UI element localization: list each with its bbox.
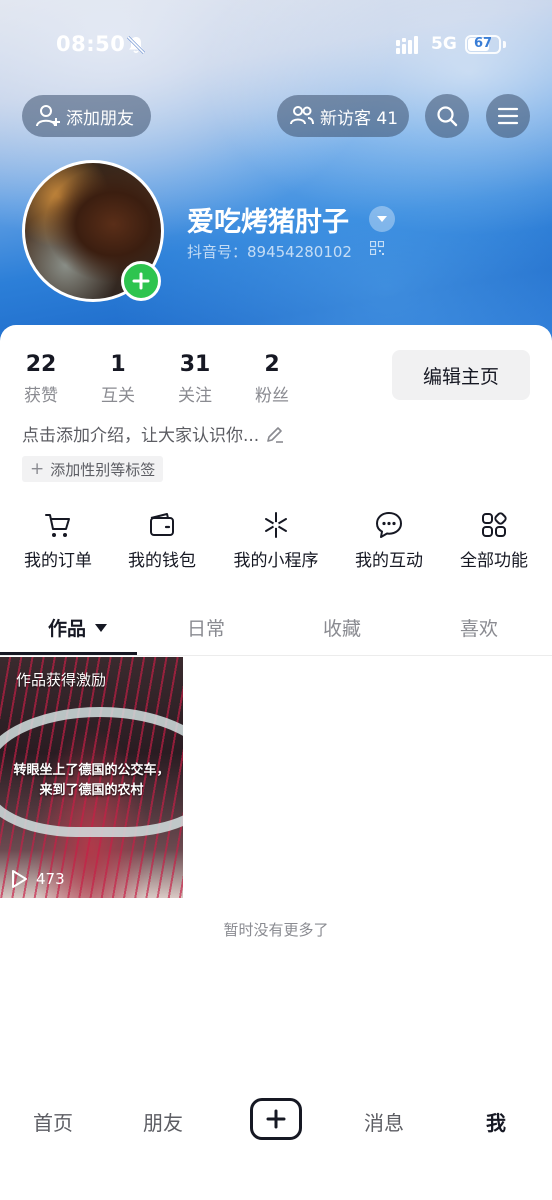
video-badge: 作品获得激励: [16, 671, 107, 689]
my-orders-button[interactable]: 我的订单: [8, 510, 108, 571]
hamburger-menu-icon: [497, 107, 519, 125]
tab-daily[interactable]: 日常: [187, 614, 225, 641]
status-bar: 08:50 5G 67: [0, 30, 552, 60]
wallet-icon: [150, 513, 174, 536]
search-button[interactable]: [425, 94, 469, 138]
play-count: 473: [36, 870, 65, 888]
battery-cap: [503, 41, 506, 48]
bell-mute-icon: [126, 35, 146, 55]
menu-button[interactable]: [486, 94, 530, 138]
add-friend-button[interactable]: 添加朋友: [22, 95, 151, 137]
add-tags-button[interactable]: + 添加性别等标签: [22, 456, 164, 482]
stat-label: 获赞: [24, 386, 58, 406]
add-person-icon: [36, 105, 60, 127]
nav-messages[interactable]: 消息: [364, 1107, 404, 1136]
stat-value: 22: [25, 352, 57, 377]
plus-icon: [132, 272, 150, 290]
signal-icon: [396, 36, 418, 54]
bottom-nav: 首页 朋友 消息 我: [0, 1095, 552, 1147]
edit-profile-button[interactable]: 编辑主页: [392, 350, 530, 400]
stat-value: 1: [110, 352, 126, 377]
func-label: 全部功能: [460, 551, 528, 571]
grid-icon: [482, 512, 507, 537]
func-label: 我的互动: [355, 551, 423, 571]
nickname: 爱吃烤猪肘子: [187, 207, 349, 238]
nav-home[interactable]: 首页: [33, 1107, 73, 1136]
cart-icon: [45, 514, 70, 537]
my-wallet-button[interactable]: 我的钱包: [112, 510, 212, 571]
tab-works[interactable]: 作品: [48, 614, 108, 641]
stat-mutual[interactable]: 1 互关: [99, 352, 137, 406]
douyin-id: 抖音号：89454280102: [187, 243, 352, 261]
no-more-text: 暂时没有更多了: [223, 921, 329, 939]
video-thumbnail[interactable]: 作品获得激励 转眼坐上了德国的公交车，来到了德国的农村: [0, 657, 183, 898]
func-label: 我的订单: [24, 551, 92, 571]
nav-friends[interactable]: 朋友: [143, 1107, 183, 1136]
qr-code-icon[interactable]: [370, 241, 384, 255]
pencil-icon: [267, 426, 284, 443]
stat-following[interactable]: 31 关注: [176, 352, 214, 406]
avatar-add-button[interactable]: [121, 261, 161, 301]
func-label: 我的钱包: [128, 551, 196, 571]
video-play-count: 473: [10, 869, 65, 889]
tab-favorites[interactable]: 收藏: [323, 614, 361, 641]
asterisk-icon: [265, 512, 287, 538]
stat-followers[interactable]: 2 粉丝: [253, 352, 291, 406]
play-icon: [12, 870, 27, 888]
add-friend-label: 添加朋友: [66, 108, 134, 129]
caret-down-icon: [377, 216, 387, 222]
video-caption: 转眼坐上了德国的公交车，来到了德国的农村: [13, 763, 170, 798]
stat-likes[interactable]: 22 获赞: [22, 352, 60, 406]
account-switch-button[interactable]: [369, 206, 395, 232]
plus-icon: [266, 1109, 286, 1129]
intro-placeholder: 点击添加介绍，让大家认识你...: [22, 426, 260, 446]
tab-likes[interactable]: 喜欢: [460, 614, 498, 641]
my-interactions-button[interactable]: 我的互动: [339, 510, 439, 571]
chat-bubble-icon: [376, 512, 402, 538]
network-type: 5G: [431, 34, 457, 54]
stat-label: 关注: [178, 386, 212, 406]
status-time: 08:50: [56, 32, 126, 56]
my-mini-programs-button[interactable]: 我的小程序: [226, 510, 326, 571]
all-features-button[interactable]: 全部功能: [444, 510, 544, 571]
caret-down-icon: [95, 623, 108, 632]
stat-value: 2: [264, 352, 280, 377]
add-tags-label: 添加性别等标签: [50, 460, 156, 479]
visitors-label: 新访客 41: [320, 108, 399, 129]
nav-me[interactable]: 我: [486, 1107, 506, 1136]
stat-label: 互关: [101, 386, 135, 406]
tab-label: 作品: [48, 618, 87, 640]
visitors-icon: [290, 106, 314, 125]
func-label: 我的小程序: [233, 551, 319, 571]
search-icon: [437, 106, 458, 127]
tab-divider: [0, 655, 552, 656]
battery-icon: 67: [465, 35, 501, 54]
stat-value: 31: [179, 352, 211, 377]
battery-percent: 67: [473, 36, 493, 51]
plus-icon: +: [30, 459, 45, 479]
create-button[interactable]: [250, 1098, 302, 1140]
stat-label: 粉丝: [255, 386, 289, 406]
new-visitors-button[interactable]: 新访客 41: [277, 95, 409, 137]
intro-field[interactable]: 点击添加介绍，让大家认识你...: [22, 421, 285, 446]
